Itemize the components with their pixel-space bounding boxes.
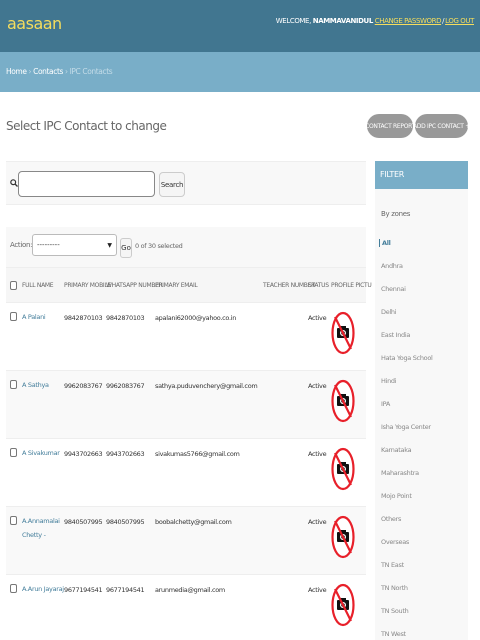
column-header-status[interactable]: STATUS — [308, 282, 329, 289]
filter-item-tn-west[interactable]: TN West — [381, 630, 406, 638]
row-status: Active — [308, 518, 327, 526]
row-checkbox[interactable] — [10, 516, 17, 525]
change-password-link[interactable]: CHANGE PASSWORD — [375, 17, 442, 25]
row-whatsapp-number: 9943702663 — [106, 450, 145, 458]
table-row: A Palani 9842870103 9842870103 apalani62… — [6, 303, 366, 371]
go-button[interactable]: Go — [120, 238, 132, 258]
search-icon — [10, 179, 18, 187]
row-checkbox[interactable] — [10, 448, 17, 457]
breadcrumb-current: IPC Contacts — [69, 67, 113, 76]
breadcrumb-contacts[interactable]: Contacts — [33, 67, 63, 76]
page-title: Select IPC Contact to change — [6, 119, 167, 133]
selected-count: 0 of 30 selected — [135, 242, 183, 250]
row-checkbox[interactable] — [10, 584, 17, 593]
action-select[interactable]: --------- ▼ — [32, 234, 117, 256]
search-toolbar: Search — [6, 162, 366, 205]
row-status: Active — [308, 586, 327, 594]
no-camera-icon — [331, 447, 355, 491]
filter-item-all[interactable]: All — [379, 239, 391, 247]
column-header-primary-mobile[interactable]: PRIMARY MOBILE — [64, 282, 111, 289]
row-full-name-link[interactable]: A Palani — [22, 310, 60, 324]
user-tools: WELCOME, NAMMAVANIDUL CHANGE PASSWORD/LO… — [275, 17, 475, 25]
site-brand[interactable]: aasaan — [7, 14, 62, 33]
row-whatsapp-number: 9962083767 — [106, 382, 145, 390]
row-whatsapp-number: 9842870103 — [106, 314, 145, 322]
table-row: A.Annamalai Chetty - 9840507995 98405079… — [6, 507, 366, 575]
chevron-down-icon: ▼ — [107, 242, 112, 249]
filter-header: FILTER — [375, 161, 468, 189]
username: NAMMAVANIDUL — [312, 17, 374, 25]
welcome-text: WELCOME, — [275, 17, 312, 25]
row-primary-email: apalani62000@yahoo.co.in — [155, 314, 237, 322]
filter-sidebar: FILTER By zones All Andhra Chennai Delhi… — [375, 161, 468, 640]
row-checkbox[interactable] — [10, 380, 17, 389]
filter-item-tn-south[interactable]: TN South — [381, 607, 409, 615]
filter-item-chennai[interactable]: Chennai — [381, 285, 406, 293]
filter-item-isha-yoga-center[interactable]: Isha Yoga Center — [381, 423, 431, 431]
filter-item-delhi[interactable]: Delhi — [381, 308, 397, 316]
row-primary-email: sathya.puduvenchery@gmail.com — [155, 382, 258, 390]
column-header-profile-picture[interactable]: PROFILE PICTU — [331, 282, 372, 289]
changelist: Search Action: --------- ▼ Go 0 of 30 se… — [6, 161, 372, 640]
table-row: A.Arun Jayaraj 9677194541 9677194541 aru… — [6, 575, 366, 640]
table-row: A Sivakumar 9943702663 9943702663 sivaku… — [6, 439, 366, 507]
no-camera-icon — [331, 311, 355, 355]
row-primary-mobile: 9943702663 — [64, 450, 103, 458]
filter-item-others[interactable]: Others — [381, 515, 401, 523]
filter-item-maharashtra[interactable]: Maharashtra — [381, 469, 419, 477]
breadcrumb: Home › Contacts › IPC Contacts — [0, 52, 480, 92]
action-selected-option: --------- — [37, 241, 60, 249]
filter-item-karnataka[interactable]: Karnataka — [381, 446, 412, 454]
filter-item-tn-east[interactable]: TN East — [381, 561, 404, 569]
column-header-primary-email[interactable]: PRIMARY EMAIL — [155, 282, 198, 289]
search-input[interactable] — [18, 171, 155, 197]
no-camera-icon — [331, 515, 355, 559]
row-primary-email: sivakumas5766@gmail.com — [155, 450, 240, 458]
column-header-full-name[interactable]: FULL NAME — [22, 282, 54, 289]
filter-item-ipa[interactable]: IPA — [381, 400, 390, 408]
search-button[interactable]: Search — [159, 172, 185, 197]
breadcrumb-separator: › — [65, 67, 68, 76]
breadcrumb-home[interactable]: Home — [6, 67, 27, 76]
filter-subtitle: By zones — [381, 210, 411, 218]
row-status: Active — [308, 450, 327, 458]
row-full-name-link[interactable]: A Sathya — [22, 378, 60, 392]
filter-item-east-india[interactable]: East India — [381, 331, 410, 339]
site-header: aasaan WELCOME, NAMMAVANIDUL CHANGE PASS… — [0, 0, 480, 52]
logout-link[interactable]: LOG OUT — [445, 17, 474, 25]
row-whatsapp-number: 9840507995 — [106, 518, 145, 526]
filter-item-hindi[interactable]: Hindi — [381, 377, 397, 385]
add-ipc-contact-button[interactable]: ADD IPC CONTACT + — [413, 114, 470, 138]
filter-item-tn-north[interactable]: TN North — [381, 584, 408, 592]
filter-item-hata-yoga-school[interactable]: Hata Yoga School — [381, 354, 433, 362]
action-label: Action: — [10, 241, 33, 249]
row-whatsapp-number: 9677194541 — [106, 586, 145, 594]
row-status: Active — [308, 314, 327, 322]
actions-bar: Action: --------- ▼ Go 0 of 30 selected — [6, 227, 366, 267]
row-primary-email: arunmedia@gmail.com — [155, 586, 225, 594]
filter-item-andhra[interactable]: Andhra — [381, 262, 403, 270]
row-primary-mobile: 9962083767 — [64, 382, 103, 390]
filter-item-mojo-point[interactable]: Mojo Point — [381, 492, 412, 500]
no-camera-icon — [331, 583, 355, 627]
row-full-name-link[interactable]: A Sivakumar — [22, 446, 60, 460]
row-full-name-link[interactable]: A.Annamalai Chetty - — [22, 514, 60, 542]
row-primary-mobile: 9842870103 — [64, 314, 103, 322]
row-primary-mobile: 9840507995 — [64, 518, 103, 526]
no-camera-icon — [331, 379, 355, 423]
select-all-checkbox[interactable] — [10, 281, 17, 290]
contact-report-button[interactable]: CONTACT REPORT — [365, 114, 415, 138]
row-primary-email: boobalchetty@gmail.com — [155, 518, 232, 526]
filter-item-overseas[interactable]: Overseas — [381, 538, 409, 546]
row-checkbox[interactable] — [10, 312, 17, 321]
table-header: FULL NAME PRIMARY MOBILE WHATSAPP NUMBER… — [6, 267, 372, 303]
row-status: Active — [308, 382, 327, 390]
row-primary-mobile: 9677194541 — [64, 586, 103, 594]
table-row: A Sathya 9962083767 9962083767 sathya.pu… — [6, 371, 366, 439]
breadcrumb-separator: › — [28, 67, 32, 76]
